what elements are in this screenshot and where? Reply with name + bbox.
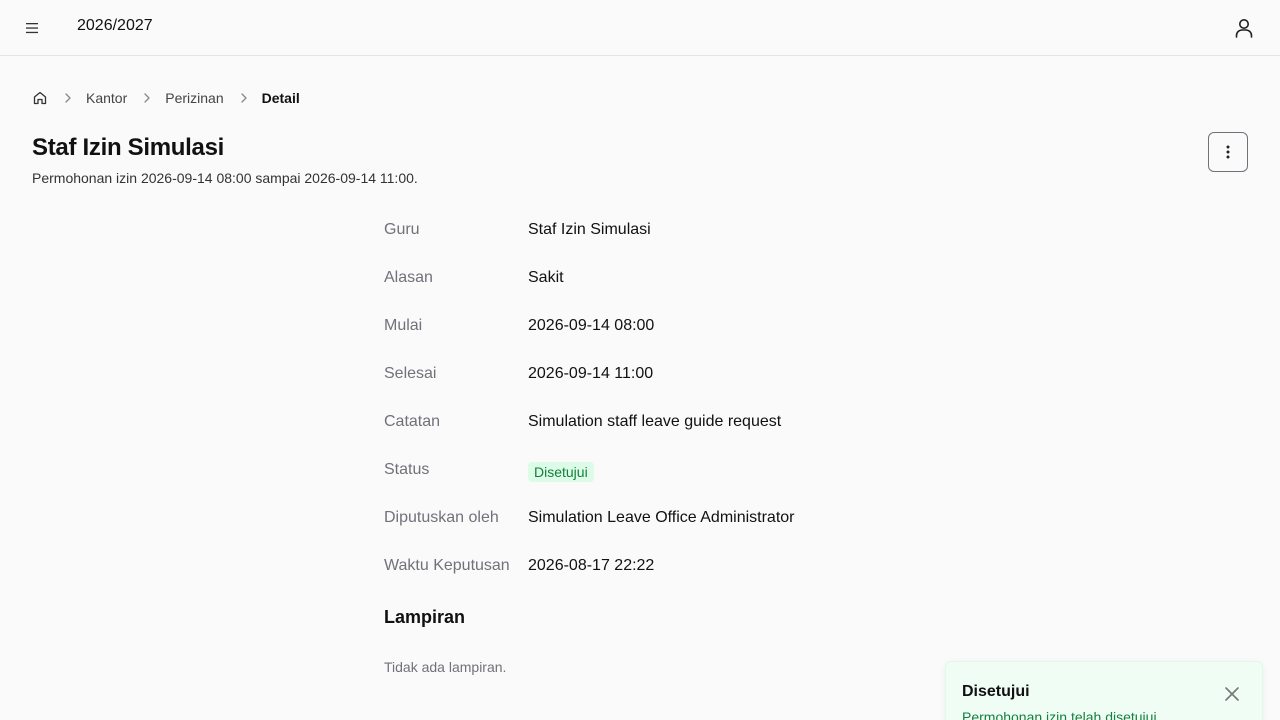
detail-value: Staf Izin Simulasi (528, 221, 651, 238)
detail-row-status: Status Disetujui (384, 446, 944, 494)
home-icon[interactable] (32, 90, 48, 106)
detail-value: 2026-09-14 08:00 (528, 317, 655, 334)
detail-list: Guru Staf Izin Simulasi Alasan Sakit Mul… (384, 206, 944, 590)
detail-row-mulai: Mulai 2026-09-14 08:00 (384, 302, 944, 350)
detail-label: Guru (384, 221, 420, 238)
detail-row-alasan: Alasan Sakit (384, 254, 944, 302)
detail-value: 2026-08-17 22:22 (528, 557, 655, 574)
detail-label: Catatan (384, 413, 441, 430)
detail-row-diputuskan-oleh: Diputuskan oleh Simulation Leave Office … (384, 494, 944, 542)
page-title: Staf Izin Simulasi (32, 134, 224, 161)
toast-message: Permohonan izin telah disetujui. (962, 709, 1161, 720)
close-icon (1225, 687, 1239, 701)
detail-label: Mulai (384, 317, 423, 334)
detail-row-guru: Guru Staf Izin Simulasi (384, 206, 944, 254)
detail-value: Simulation Leave Office Administrator (528, 509, 795, 526)
status-badge: Disetujui (528, 462, 594, 482)
user-icon (1235, 19, 1253, 38)
detail-label: Diputuskan oleh (384, 509, 499, 526)
hamburger-menu-icon (26, 23, 38, 34)
detail-label: Waktu Keputusan (384, 557, 510, 574)
more-actions-button[interactable] (1208, 132, 1248, 172)
breadcrumb-perizinan[interactable]: Perizinan (165, 90, 223, 106)
attachments-title: Lampiran (384, 607, 466, 627)
hamburger-menu-button[interactable] (20, 16, 44, 40)
detail-value: 2026-09-14 11:00 (528, 365, 654, 382)
detail-value: Simulation staff leave guide request (528, 413, 782, 430)
breadcrumb-kantor[interactable]: Kantor (86, 90, 127, 106)
academic-year-label[interactable]: 2026/2027 (77, 17, 153, 35)
toast-title: Disetujui (962, 683, 1030, 700)
detail-value: Sakit (528, 269, 564, 286)
page-subtitle: Permohonan izin 2026-09-14 08:00 sampai … (32, 170, 418, 186)
attachments-empty-text: Tidak ada lampiran. (384, 659, 507, 675)
chevron-right-icon (144, 93, 150, 103)
toast-close-button[interactable] (1222, 684, 1242, 704)
detail-row-waktu-keputusan: Waktu Keputusan 2026-08-17 22:22 (384, 542, 944, 590)
chevron-right-icon (65, 93, 71, 103)
detail-label: Selesai (384, 365, 437, 382)
detail-row-catatan: Catatan Simulation staff leave guide req… (384, 398, 944, 446)
detail-row-selesai: Selesai 2026-09-14 11:00 (384, 350, 944, 398)
breadcrumb: Kantor Perizinan Detail (32, 88, 300, 108)
top-bar: 2026/2027 (0, 0, 1280, 56)
chevron-right-icon (240, 93, 247, 103)
more-vertical-icon (1226, 145, 1230, 159)
detail-label: Status (384, 461, 430, 478)
success-toast: Disetujui Permohonan izin telah disetuju… (945, 661, 1263, 720)
detail-label: Alasan (384, 269, 433, 286)
user-menu-button[interactable] (1232, 16, 1256, 40)
breadcrumb-current: Detail (261, 90, 300, 106)
